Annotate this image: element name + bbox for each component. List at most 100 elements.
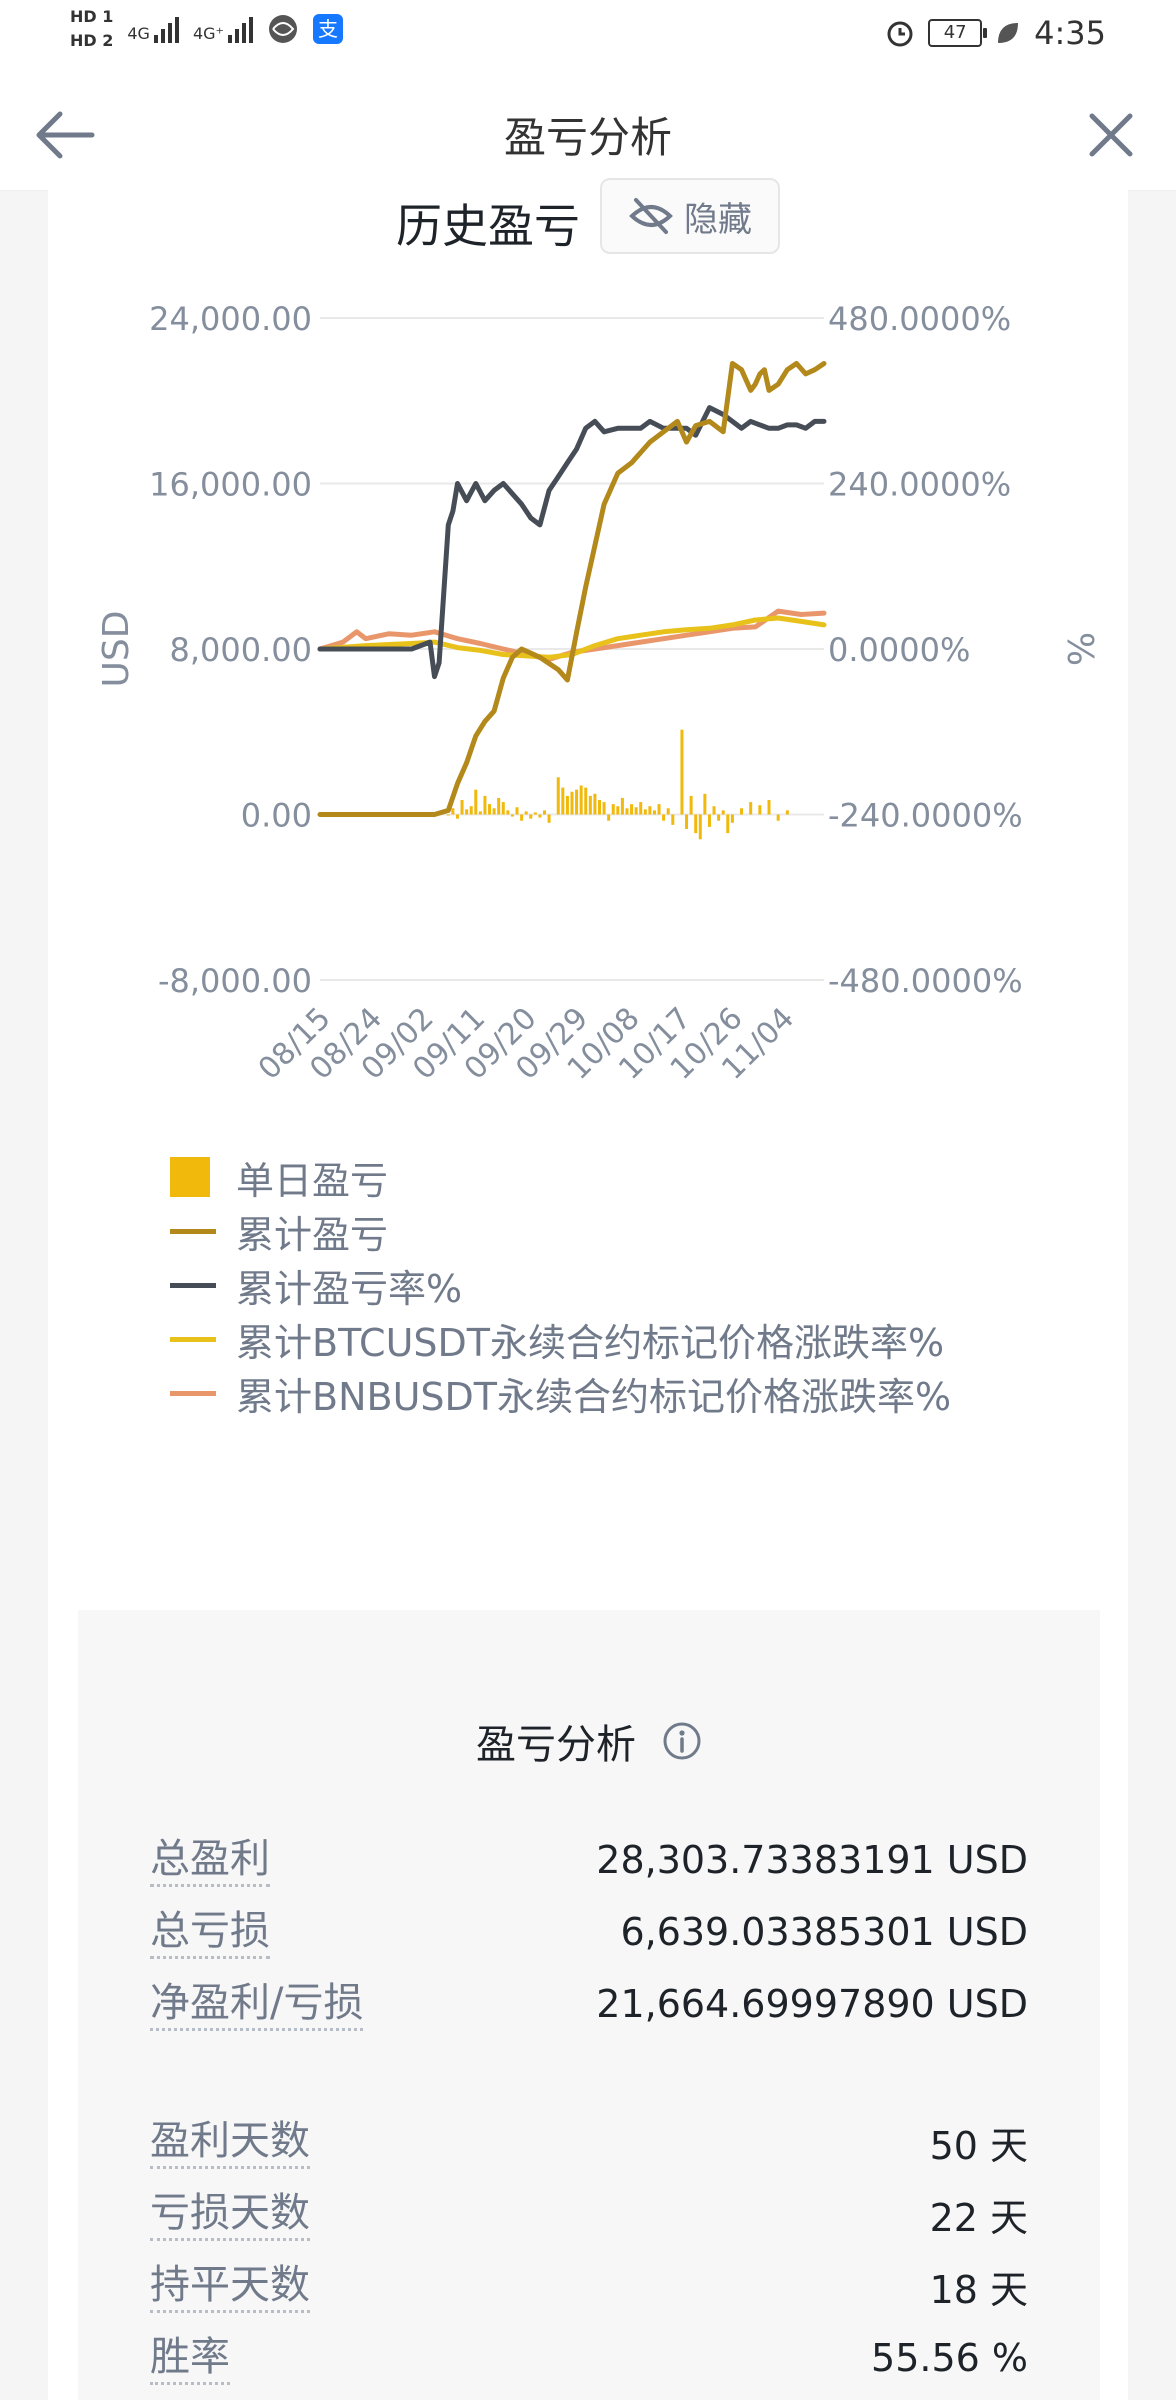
nav-bar: 盈亏分析 xyxy=(0,80,1176,191)
legend-label-cum-rate: 累计盈亏率% xyxy=(236,1266,463,1311)
daily-bar xyxy=(561,787,565,815)
page-title: 盈亏分析 xyxy=(503,113,672,162)
daily-bar xyxy=(726,814,730,834)
daily-bar xyxy=(455,814,459,819)
daily-bar xyxy=(634,807,638,815)
legend-swatch-btc xyxy=(170,1336,216,1342)
daily-bar xyxy=(593,793,597,815)
row-label[interactable]: 总盈利 xyxy=(150,1834,270,1887)
daily-bar xyxy=(446,814,450,816)
daily-bar xyxy=(588,795,592,815)
legend-label-btc: 累计BTCUSDT永续合约标记价格涨跌率% xyxy=(236,1320,945,1365)
daily-bar xyxy=(685,814,689,829)
signal-bars-icon xyxy=(153,15,179,43)
daily-bar xyxy=(465,809,469,815)
legend-label-bnb: 累计BNBUSDT永续合约标记价格涨跌率% xyxy=(236,1374,952,1419)
y-left-tick-label: 8,000.00 xyxy=(170,631,313,669)
daily-bar xyxy=(620,797,624,815)
daily-bar xyxy=(707,814,711,827)
daily-bar xyxy=(758,805,762,815)
y-left-tick-label: 24,000.00 xyxy=(149,300,312,338)
analysis-panel: 盈亏分析 总盈利 28,303.73383191 USD 总亏损 6,639.0… xyxy=(78,1610,1100,2400)
row-total-profit: 总盈利 28,303.73383191 USD xyxy=(150,1830,1028,1890)
row-label[interactable]: 胜率 xyxy=(150,2332,230,2385)
daily-bar xyxy=(694,814,698,834)
row-label[interactable]: 净盈利/亏损 xyxy=(150,1978,364,2031)
legend-label-cum-pnl: 累计盈亏 xyxy=(236,1212,389,1257)
legend-item-daily: 单日盈亏 xyxy=(170,1150,951,1204)
daily-bar xyxy=(506,810,510,815)
row-value: 6,639.03385301 USD xyxy=(620,1910,1028,1954)
daily-bar xyxy=(717,814,721,821)
daily-bar xyxy=(556,777,560,815)
row-label[interactable]: 持平天数 xyxy=(150,2260,310,2313)
daily-bar xyxy=(698,814,702,840)
analysis-title: 盈亏分析 xyxy=(78,1712,1100,1770)
daily-bar xyxy=(524,811,528,815)
daily-bar xyxy=(749,802,753,815)
alarm-icon xyxy=(887,21,913,47)
daily-bar xyxy=(657,804,661,815)
legend-item-cum-pnl: 累计盈亏 xyxy=(170,1204,951,1258)
daily-bar xyxy=(602,802,606,815)
daily-bar xyxy=(776,814,780,821)
close-icon[interactable] xyxy=(1076,100,1146,170)
row-value: 18 天 xyxy=(929,2267,1028,2312)
row-label[interactable]: 盈利天数 xyxy=(150,2116,310,2169)
daily-bar xyxy=(565,795,569,815)
signal-1-label: 4G xyxy=(127,24,150,43)
daily-bar xyxy=(570,791,574,815)
daily-bar xyxy=(579,785,583,815)
alipay-icon: 支 xyxy=(312,14,343,44)
daily-bar xyxy=(680,729,684,815)
row-label[interactable]: 总亏损 xyxy=(150,1906,270,1959)
daily-bar xyxy=(630,804,634,815)
daily-bar xyxy=(515,807,519,815)
daily-bar xyxy=(497,797,501,815)
daily-bar xyxy=(492,808,496,815)
hd-indicator: HD 1 HD 2 xyxy=(70,8,113,50)
row-value: 21,664.69997890 USD xyxy=(596,1982,1028,2026)
signal-bars-icon xyxy=(227,15,253,43)
pnl-card: 历史盈亏 隐藏 24,000.00 16,000.00 8,000.00 0.00 -8… xyxy=(48,178,1128,2400)
daily-bar xyxy=(501,802,505,815)
row-profit-days: 盈利天数 50 天 xyxy=(150,2112,1028,2172)
row-value: 22 天 xyxy=(929,2195,1028,2240)
daily-bar xyxy=(767,800,771,815)
daily-bar xyxy=(483,795,487,815)
legend-item-bnb: 累计BNBUSDT永续合约标记价格涨跌率% xyxy=(170,1366,951,1420)
daily-bar xyxy=(597,800,601,815)
daily-bar xyxy=(730,814,734,823)
y-right-axis-label: % xyxy=(1059,632,1100,666)
daily-bar xyxy=(529,814,533,819)
leaf-icon xyxy=(998,23,1019,43)
y-right-tick-label: -240.0000% xyxy=(828,797,1023,835)
legend-item-cum-rate: 累计盈亏率% xyxy=(170,1258,951,1312)
y-right-tick-label: -480.0000% xyxy=(828,962,1023,1000)
daily-bar xyxy=(648,806,652,815)
daily-bar xyxy=(469,806,473,815)
daily-bar xyxy=(488,804,492,815)
clock: 4:35 xyxy=(1034,14,1106,52)
y-left-tick-label: 16,000.00 xyxy=(149,466,312,504)
row-loss-days: 亏损天数 22 天 xyxy=(150,2184,1028,2244)
info-icon[interactable] xyxy=(662,1721,702,1761)
chart-legend: 单日盈亏 累计盈亏 累计盈亏率% 累计BTCUSDT永续合约标记价格涨跌率% 累… xyxy=(170,1150,951,1420)
daily-bar xyxy=(533,812,537,815)
signal-2-label: 4G⁺ xyxy=(192,24,224,43)
daily-bar xyxy=(460,800,464,815)
row-value: 50 天 xyxy=(929,2123,1028,2168)
y-left-tick-label: -8,000.00 xyxy=(158,962,312,1000)
daily-bar xyxy=(543,810,547,815)
legend-swatch-cum-rate xyxy=(170,1282,216,1288)
legend-item-btc: 累计BTCUSDT永续合约标记价格涨跌率% xyxy=(170,1312,951,1366)
history-chart: 24,000.00 16,000.00 8,000.00 0.00 -8,000.00 4… xyxy=(96,300,1100,1087)
row-label[interactable]: 亏损天数 xyxy=(150,2188,310,2241)
legend-swatch-cum-pnl xyxy=(170,1228,216,1234)
daily-bar xyxy=(689,795,693,815)
daily-bar xyxy=(575,789,579,815)
daily-bar xyxy=(652,810,656,815)
battery-icon: 47 xyxy=(928,19,988,47)
y-right-tick-label: 480.0000% xyxy=(828,300,1011,338)
daily-bar xyxy=(666,808,670,815)
